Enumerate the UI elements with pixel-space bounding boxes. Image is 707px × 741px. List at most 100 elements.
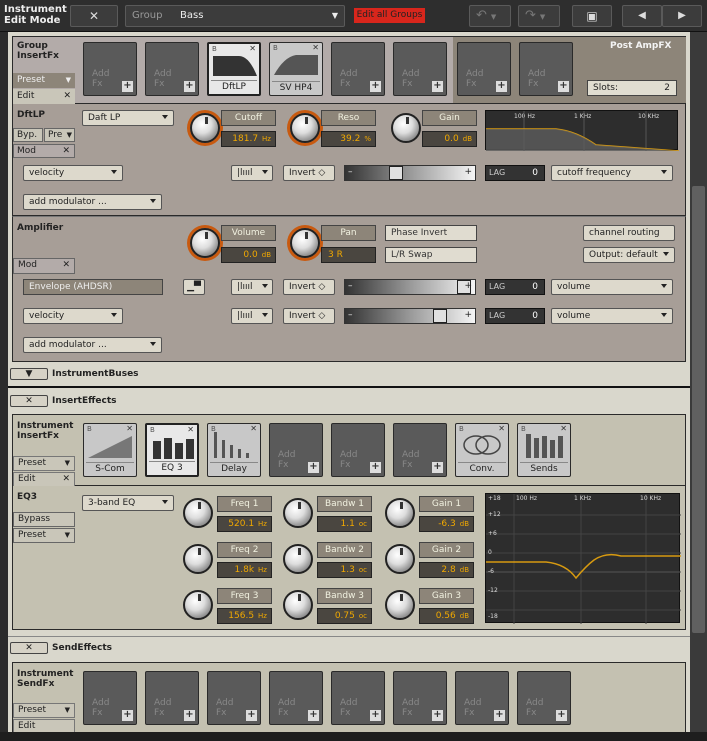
pan-knob[interactable] xyxy=(290,228,320,258)
send-slot-8[interactable]: Add Fx + xyxy=(517,671,571,725)
gain2-value-field[interactable]: 2.8 dB xyxy=(419,562,474,578)
freq2-value-field[interactable]: 1.8k Hz xyxy=(217,562,272,578)
edit-tab[interactable]: Edit ✕ xyxy=(13,89,75,104)
prev-button[interactable]: ◀ xyxy=(622,5,662,27)
group-selector[interactable]: Group Bass ▼ xyxy=(125,5,345,27)
edit-tab[interactable]: Edit ✕ xyxy=(13,472,75,487)
bypass-button[interactable]: Bypass xyxy=(13,512,75,527)
invert-button[interactable]: Invert ◇ xyxy=(283,165,335,181)
mod-amount-slider[interactable]: – + xyxy=(344,308,476,324)
phase-invert-button[interactable]: Phase Invert xyxy=(385,225,477,241)
send-slot-5[interactable]: Add Fx + xyxy=(331,671,385,725)
reso-knob[interactable] xyxy=(290,113,320,143)
bypass-button[interactable]: Byp. xyxy=(13,128,43,142)
redo-button[interactable]: ↷ ▼ xyxy=(518,5,560,27)
freq3-value-field[interactable]: 156.5 Hz xyxy=(217,608,272,624)
preset-menu[interactable]: Preset ▼ xyxy=(13,456,75,471)
slider-handle[interactable] xyxy=(433,309,447,323)
fx-slot-svhp4[interactable]: B ✕ SV HP4 xyxy=(269,42,323,96)
close-icon[interactable]: ✕ xyxy=(62,259,70,272)
fx-slot-5[interactable]: Add Fx + xyxy=(331,42,385,96)
slider-handle[interactable] xyxy=(389,166,403,180)
send-slot-2[interactable]: Add Fx + xyxy=(145,671,199,725)
freq3-knob[interactable] xyxy=(183,590,213,620)
cutoff-value-field[interactable]: 181.7 Hz xyxy=(221,131,276,147)
freq1-knob[interactable] xyxy=(183,498,213,528)
eq-type-dropdown[interactable]: 3-band EQ xyxy=(82,495,174,511)
add-modulator-dropdown[interactable]: add modulator ... xyxy=(23,337,162,353)
close-icon[interactable]: ✕ xyxy=(63,89,71,104)
mod-source-dropdown[interactable]: velocity xyxy=(23,308,123,324)
send-slot-7[interactable]: Add Fx + xyxy=(455,671,509,725)
volume-value-field[interactable]: 0.0 dB xyxy=(221,247,276,263)
fx-slot-sends[interactable]: B ✕ Sends xyxy=(517,423,571,477)
cutoff-knob[interactable] xyxy=(190,113,220,143)
bandw2-knob[interactable] xyxy=(283,544,313,574)
lr-swap-button[interactable]: L/R Swap xyxy=(385,247,477,263)
scrollbar-thumb[interactable] xyxy=(692,186,705,633)
gain2-knob[interactable] xyxy=(385,544,415,574)
close-icon[interactable]: ✕ xyxy=(62,473,70,486)
next-button[interactable]: ▶ xyxy=(662,5,702,27)
freq1-value-field[interactable]: 520.1 Hz xyxy=(217,516,272,532)
bandw1-knob[interactable] xyxy=(283,498,313,528)
bandw2-value-field[interactable]: 1.3 oc xyxy=(317,562,372,578)
send-slot-1[interactable]: Add Fx + xyxy=(83,671,137,725)
pre-button[interactable]: Pre ▼ xyxy=(44,128,75,142)
lag-field[interactable]: LAG 0 xyxy=(485,165,545,181)
gain-value-field[interactable]: 0.0 dB xyxy=(422,131,477,147)
bandw3-value-field[interactable]: 0.75 oc xyxy=(317,608,372,624)
output-dropdown[interactable]: Output: default xyxy=(583,247,675,263)
insert-effects-toggle[interactable]: ✕ xyxy=(10,395,48,407)
lag-field[interactable]: LAG 0 xyxy=(485,279,545,295)
mod-tab[interactable]: Mod ✕ xyxy=(13,258,75,274)
send-effects-toggle[interactable]: ✕ xyxy=(10,642,48,654)
fx-slot-4[interactable]: Add Fx + xyxy=(269,423,323,477)
send-slot-4[interactable]: Add Fx + xyxy=(269,671,323,725)
curve-shape-dropdown[interactable]: |lıııl xyxy=(231,279,273,295)
edit-all-groups-button[interactable]: Edit all Groups xyxy=(354,8,425,23)
mod-source-dropdown[interactable]: velocity xyxy=(23,165,123,181)
slots-field[interactable]: Slots: 2 xyxy=(587,80,677,96)
fx-slot-6[interactable]: Add Fx + xyxy=(393,423,447,477)
send-slot-6[interactable]: Add Fx + xyxy=(393,671,447,725)
preset-menu[interactable]: Preset ▼ xyxy=(13,73,75,88)
freq2-knob[interactable] xyxy=(183,544,213,574)
add-modulator-dropdown[interactable]: add modulator ... xyxy=(23,194,162,210)
gain1-value-field[interactable]: -6.3 dB xyxy=(419,516,474,532)
curve-shape-dropdown[interactable]: |lıııl xyxy=(231,165,273,181)
fx-slot-1[interactable]: Add Fx + xyxy=(83,42,137,96)
fx-slot-2[interactable]: Add Fx + xyxy=(145,42,199,96)
gain3-value-field[interactable]: 0.56 dB xyxy=(419,608,474,624)
invert-button[interactable]: Invert ◇ xyxy=(283,308,335,324)
fx-slot-6[interactable]: Add Fx + xyxy=(393,42,447,96)
preset-menu[interactable]: Preset ▼ xyxy=(13,703,75,718)
save-button[interactable]: ▣ xyxy=(572,5,612,27)
mod-target-dropdown[interactable]: volume xyxy=(551,308,673,324)
gain-knob[interactable] xyxy=(391,113,421,143)
pan-value-field[interactable]: 3 R xyxy=(321,247,376,263)
fx-slot-delay[interactable]: B ✕ Delay xyxy=(207,423,261,477)
fx-slot-8[interactable]: Add Fx + xyxy=(519,42,573,96)
channel-routing-button[interactable]: channel routing xyxy=(583,225,675,241)
fx-slot-conv[interactable]: B ✕ Conv. xyxy=(455,423,509,477)
invert-button[interactable]: Invert ◇ xyxy=(283,279,335,295)
mod-target-dropdown[interactable]: cutoff frequency xyxy=(551,165,673,181)
volume-knob[interactable] xyxy=(190,228,220,258)
mod-amount-slider[interactable]: – + xyxy=(344,279,476,295)
instrument-buses-toggle[interactable]: ▼ xyxy=(10,368,48,380)
lag-field[interactable]: LAG 0 xyxy=(485,308,545,324)
bandw3-knob[interactable] xyxy=(283,590,313,620)
filter-type-dropdown[interactable]: Daft LP xyxy=(82,110,174,126)
mod-tab[interactable]: Mod ✕ xyxy=(13,144,75,158)
fx-slot-5[interactable]: Add Fx + xyxy=(331,423,385,477)
mod-target-dropdown[interactable]: volume xyxy=(551,279,673,295)
edit-tab[interactable]: Edit xyxy=(13,719,75,732)
reso-value-field[interactable]: 39.2% xyxy=(321,131,376,147)
fx-slot-eq3[interactable]: B ✕ EQ 3 xyxy=(145,423,199,477)
preset-menu[interactable]: Preset ▼ xyxy=(13,528,75,543)
bandw1-value-field[interactable]: 1.1 oc xyxy=(317,516,372,532)
close-icon[interactable]: ✕ xyxy=(62,145,70,157)
fx-slot-dftlp[interactable]: B ✕ DftLP xyxy=(207,42,261,96)
gain1-knob[interactable] xyxy=(385,498,415,528)
